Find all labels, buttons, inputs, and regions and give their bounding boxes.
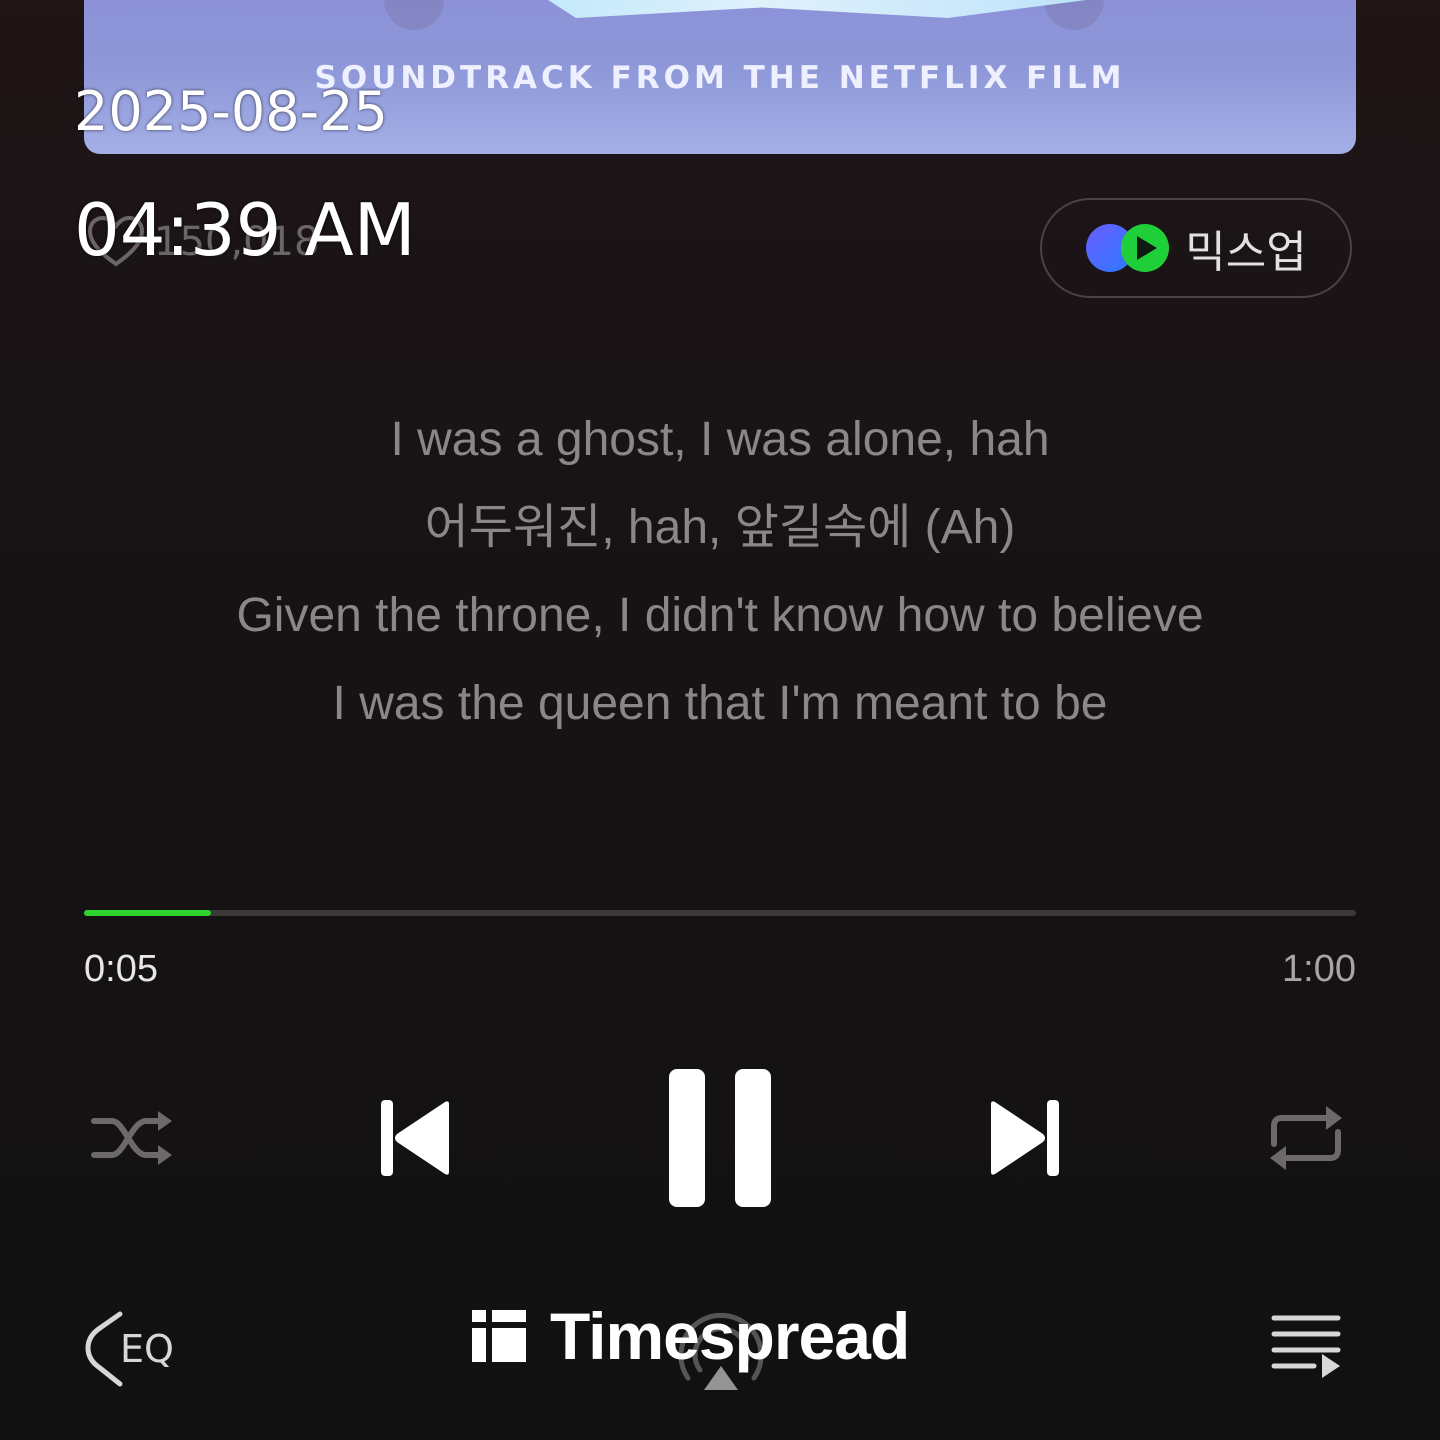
- lyric-line: I was the queen that I'm meant to be: [332, 677, 1108, 730]
- playlist-button[interactable]: [1268, 1312, 1344, 1386]
- album-art-figure: [384, 0, 444, 30]
- repeat-icon: [1270, 1106, 1342, 1170]
- skip-previous-icon: [381, 1100, 449, 1176]
- shuffle-button[interactable]: [86, 1100, 176, 1176]
- lyric-line: 어두워진, hah, 앞길속에 (Ah): [424, 501, 1016, 554]
- album-art-logo: [514, 0, 1134, 18]
- speaker-eq-icon: EQ: [85, 1311, 174, 1387]
- progress-fill: [84, 910, 212, 916]
- eq-label: EQ: [120, 1327, 174, 1371]
- pause-button[interactable]: [664, 1066, 776, 1210]
- previous-button[interactable]: [372, 1094, 456, 1182]
- shuffle-icon: [91, 1111, 172, 1165]
- playlist-icon: [1271, 1315, 1341, 1378]
- mixup-button[interactable]: 믹스업: [1040, 198, 1352, 298]
- lyric-line: Given the throne, I didn't know how to b…: [236, 589, 1204, 642]
- timespread-watermark: Timespread: [470, 1298, 910, 1374]
- overlay-time: 04:39 AM: [74, 188, 416, 272]
- next-button[interactable]: [984, 1094, 1068, 1182]
- lyrics-panel[interactable]: I was a ghost, I was alone, hah 어두워진, ha…: [0, 396, 1440, 748]
- mixup-logo-icon: [1086, 224, 1170, 272]
- overlay-date: 2025-08-25: [74, 80, 388, 143]
- total-time: 1:00: [1282, 948, 1356, 990]
- eq-button[interactable]: EQ: [84, 1306, 188, 1390]
- watermark-text: Timespread: [550, 1299, 910, 1373]
- lyric-line: I was a ghost, I was alone, hah: [390, 413, 1050, 466]
- mixup-label: 믹스업: [1185, 227, 1307, 278]
- pause-icon: [669, 1069, 771, 1207]
- progress-bar[interactable]: [84, 910, 1356, 916]
- timespread-logo-icon: [472, 1310, 526, 1362]
- skip-next-icon: [991, 1100, 1059, 1176]
- album-art-figure: [1044, 0, 1104, 30]
- repeat-button[interactable]: [1264, 1098, 1348, 1178]
- elapsed-time: 0:05: [84, 948, 158, 990]
